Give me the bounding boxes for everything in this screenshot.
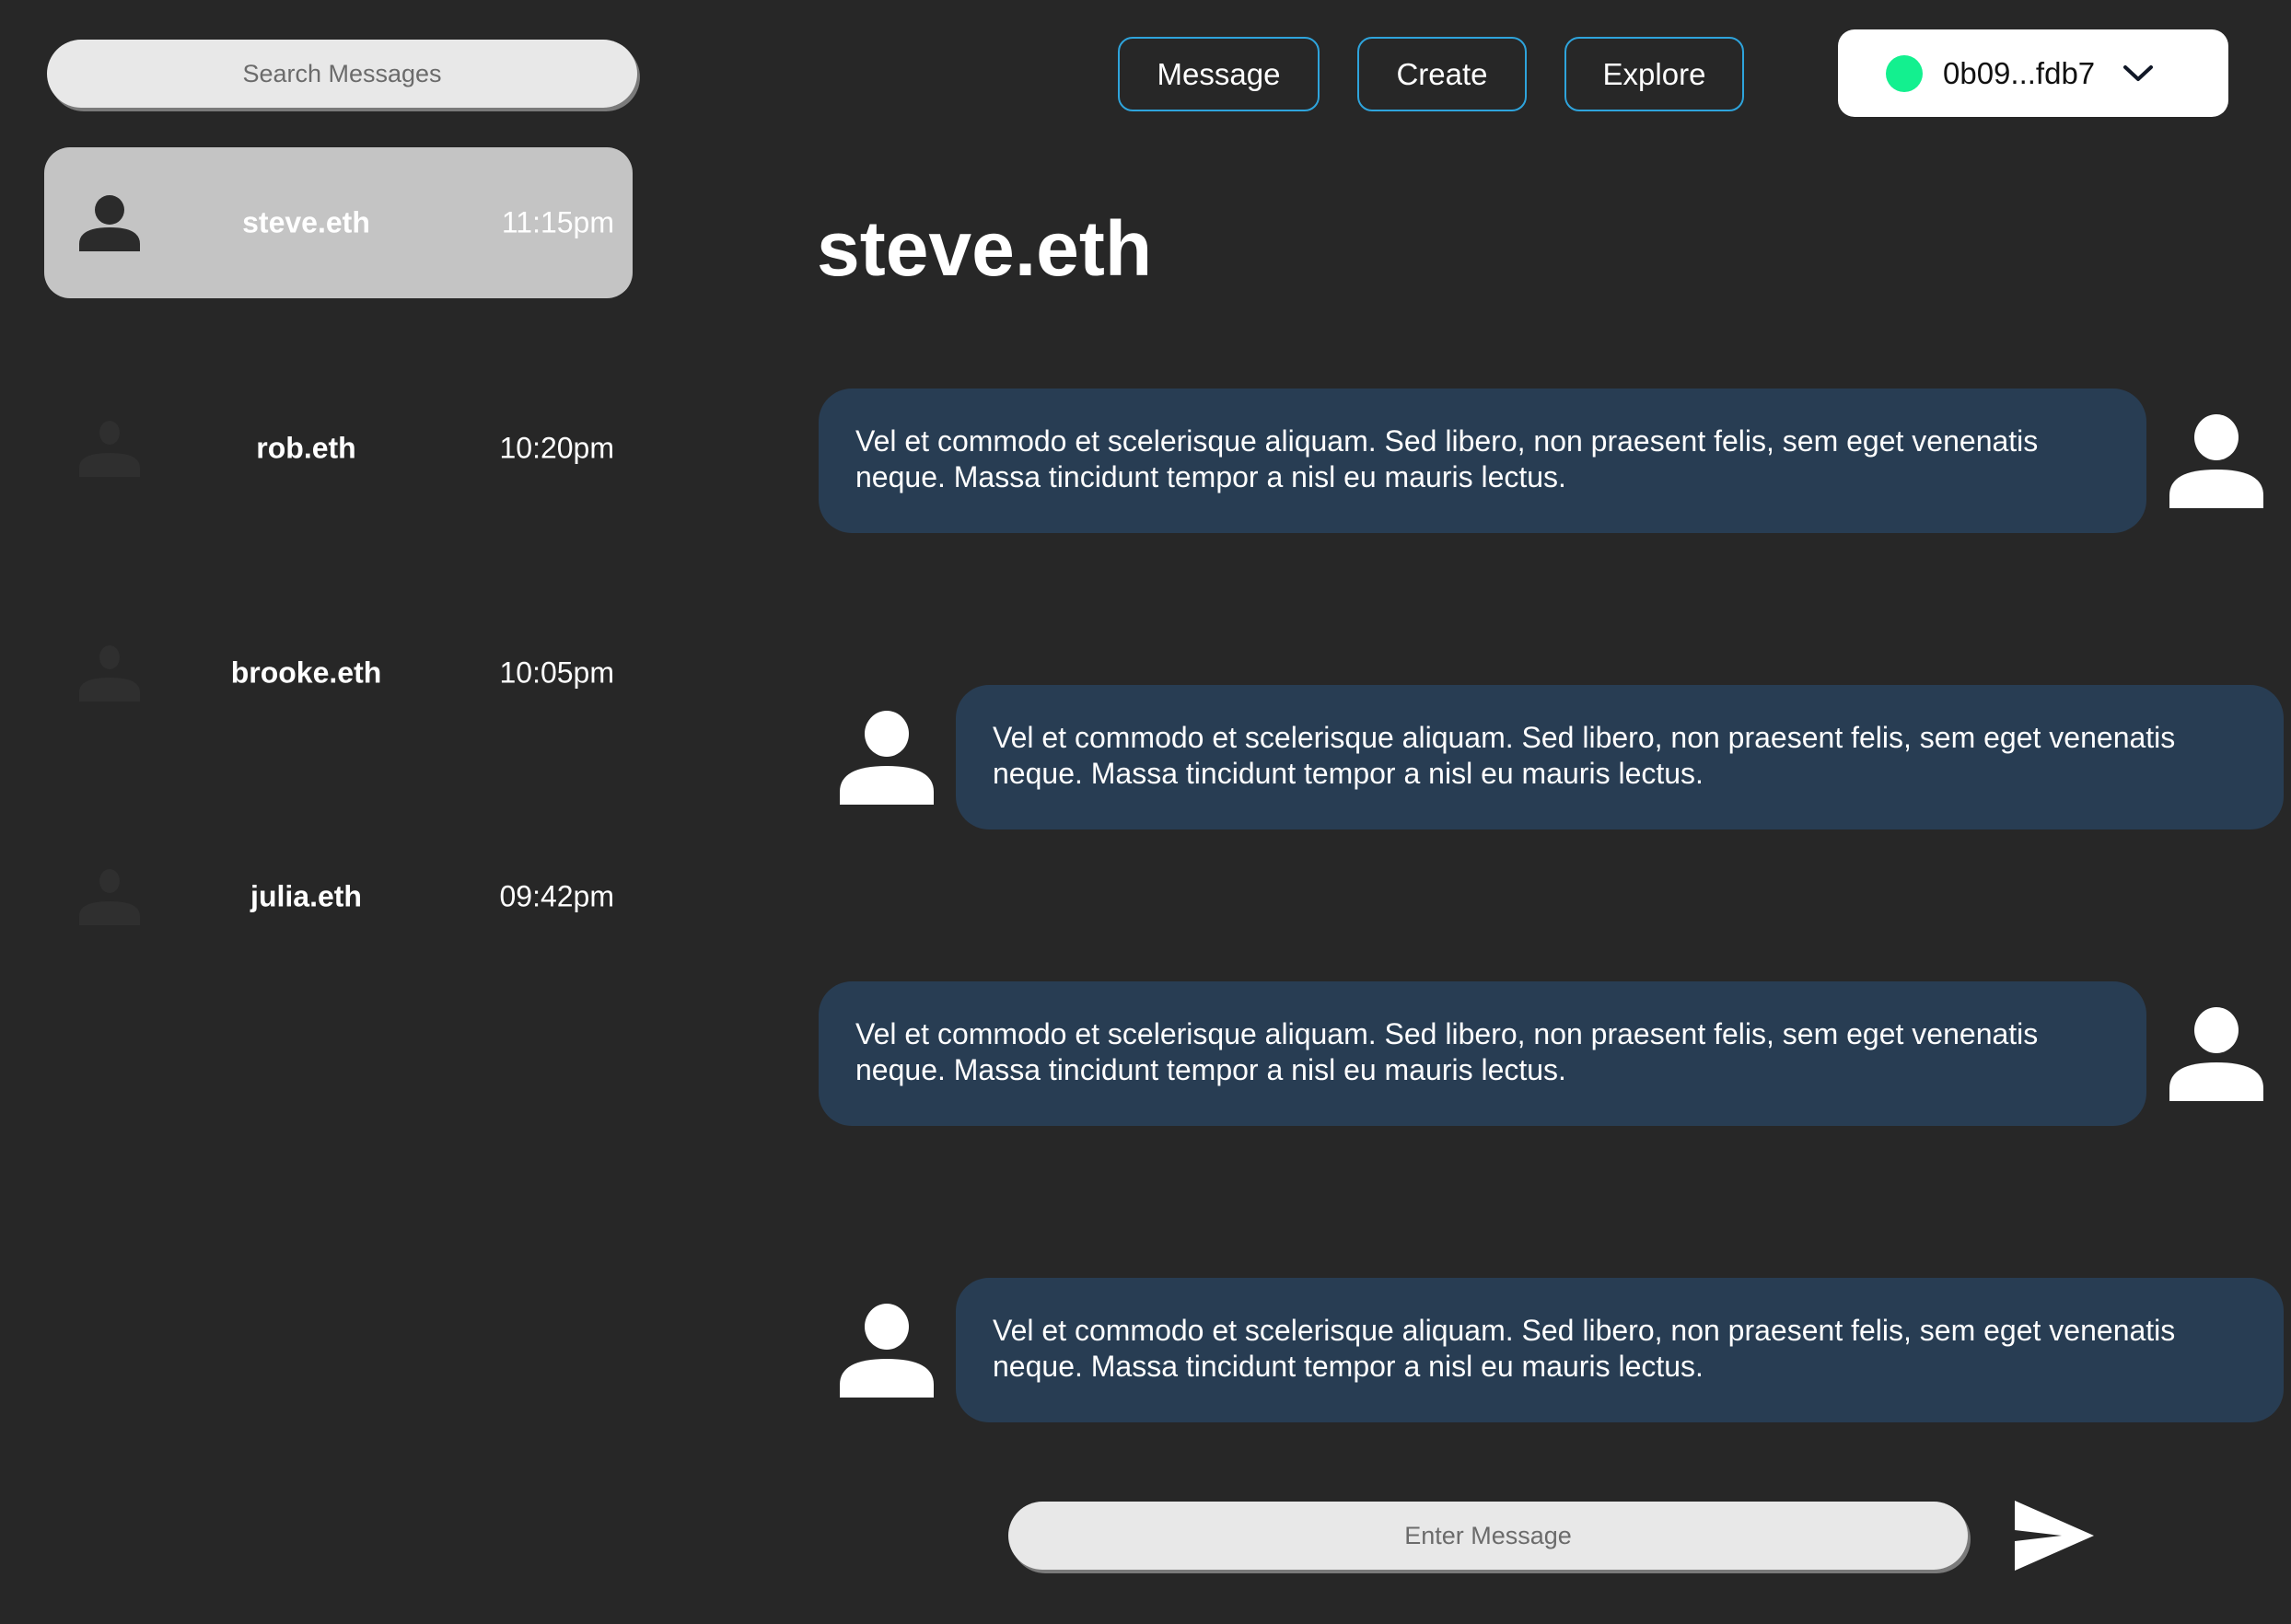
- message-text: Vel et commodo et scelerisque aliquam. S…: [993, 721, 2176, 790]
- message-bubble-sent: Vel et commodo et scelerisque aliquam. S…: [819, 981, 2146, 1126]
- chevron-down-icon: [2123, 64, 2154, 81]
- message-bubble-sent: Vel et commodo et scelerisque aliquam. S…: [819, 389, 2146, 533]
- user-avatar-icon: [2169, 1007, 2263, 1101]
- contact-time: 10:05pm: [499, 655, 614, 690]
- message-bubble-received: Vel et commodo et scelerisque aliquam. S…: [956, 685, 2284, 829]
- contact-item-julia[interactable]: julia.eth 09:42pm: [44, 821, 633, 972]
- user-avatar-icon: [840, 1304, 934, 1398]
- search-messages-input[interactable]: [47, 40, 637, 108]
- wallet-address: 0b09...fdb7: [1943, 55, 2096, 90]
- contact-item-rob[interactable]: rob.eth 10:20pm: [44, 373, 633, 524]
- explore-button[interactable]: Explore: [1564, 37, 1744, 111]
- message-button[interactable]: Message: [1118, 37, 1320, 111]
- contact-time: 09:42pm: [499, 879, 614, 913]
- wallet-status-dot: [1886, 54, 1923, 92]
- contact-time: 10:20pm: [499, 431, 614, 465]
- create-button[interactable]: Create: [1357, 37, 1527, 111]
- contact-item-steve[interactable]: steve.eth 11:15pm: [44, 147, 633, 298]
- chat-title: steve.eth: [817, 205, 1153, 292]
- message-bubble-received: Vel et commodo et scelerisque aliquam. S…: [956, 1278, 2284, 1422]
- user-avatar-icon: [840, 711, 934, 805]
- send-icon[interactable]: [2011, 1499, 2096, 1574]
- message-text: Vel et commodo et scelerisque aliquam. S…: [855, 1017, 2039, 1086]
- enter-message-input[interactable]: [1008, 1502, 1968, 1570]
- user-avatar-icon: [2169, 414, 2263, 508]
- wallet-dropdown[interactable]: 0b09...fdb7: [1838, 29, 2228, 117]
- contact-item-brooke[interactable]: brooke.eth 10:05pm: [44, 597, 633, 748]
- message-text: Vel et commodo et scelerisque aliquam. S…: [855, 424, 2039, 493]
- contact-time: 11:15pm: [501, 205, 614, 239]
- message-text: Vel et commodo et scelerisque aliquam. S…: [993, 1314, 2176, 1383]
